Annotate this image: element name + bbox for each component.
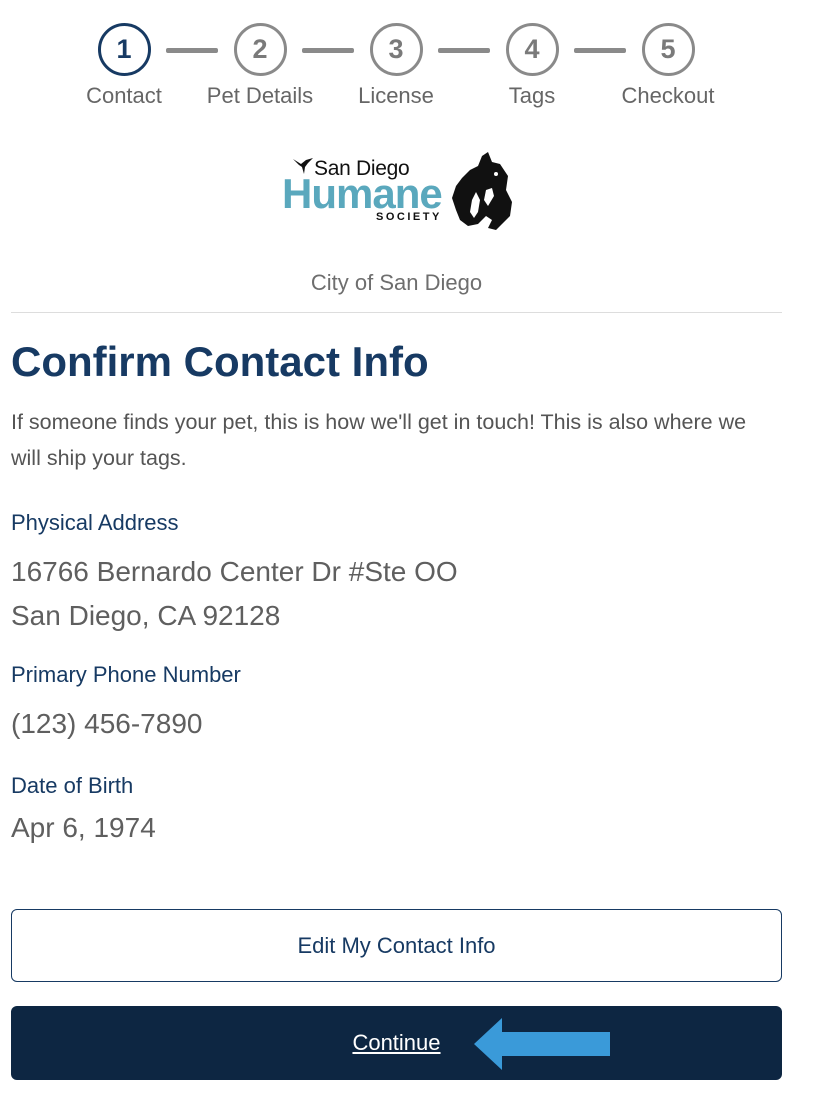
physical-address-label: Physical Address (11, 510, 179, 535)
edit-contact-info-button[interactable]: Edit My Contact Info (11, 909, 782, 982)
logo-text-humane: Humane (282, 170, 443, 217)
step-label: Checkout (621, 83, 715, 108)
humane-society-logo: San Diego Humane SOCIETY (280, 150, 515, 235)
address-line-1: 16766 Bernardo Center Dr #Ste OO (11, 556, 458, 587)
step-label: Pet Details (206, 83, 314, 108)
step-number: 2 (233, 23, 287, 76)
step-pet-details[interactable]: 2 Pet Details (190, 23, 330, 109)
step-contact[interactable]: 1 Contact (54, 23, 194, 109)
edit-button-label: Edit My Contact Info (297, 932, 496, 958)
phone-value: (123) 456-7890 (11, 708, 203, 739)
progress-stepper: 1 Contact 2 Pet Details 3 License 4 Tags… (0, 0, 823, 120)
continue-button-label: Continue (352, 1030, 441, 1055)
step-number: 3 (369, 23, 423, 76)
step-checkout[interactable]: 5 Checkout (598, 23, 738, 109)
step-label: License (358, 83, 434, 108)
continue-button[interactable]: Continue (11, 1006, 782, 1080)
logo-text-society: SOCIETY (376, 211, 442, 223)
step-tags[interactable]: 4 Tags (462, 23, 602, 109)
dog-cat-silhouette-icon (452, 152, 512, 230)
step-label: Tags (508, 83, 556, 108)
step-number: 4 (505, 23, 559, 76)
phone-label: Primary Phone Number (11, 662, 241, 687)
step-number: 1 (97, 23, 151, 76)
arrow-left-icon (474, 1018, 610, 1070)
step-number: 5 (641, 23, 695, 76)
page: 1 Contact 2 Pet Details 3 License 4 Tags… (0, 0, 823, 1113)
step-license[interactable]: 3 License (326, 23, 466, 109)
page-title: Confirm Contact Info (11, 338, 429, 385)
dob-label: Date of Birth (11, 773, 134, 798)
dob-value: Apr 6, 1974 (11, 812, 156, 843)
city-name: City of San Diego (310, 270, 483, 295)
divider (11, 312, 782, 313)
intro-text: If someone finds your pet, this is how w… (11, 410, 747, 470)
address-line-2: San Diego, CA 92128 (11, 600, 281, 631)
step-label: Contact (86, 83, 162, 108)
